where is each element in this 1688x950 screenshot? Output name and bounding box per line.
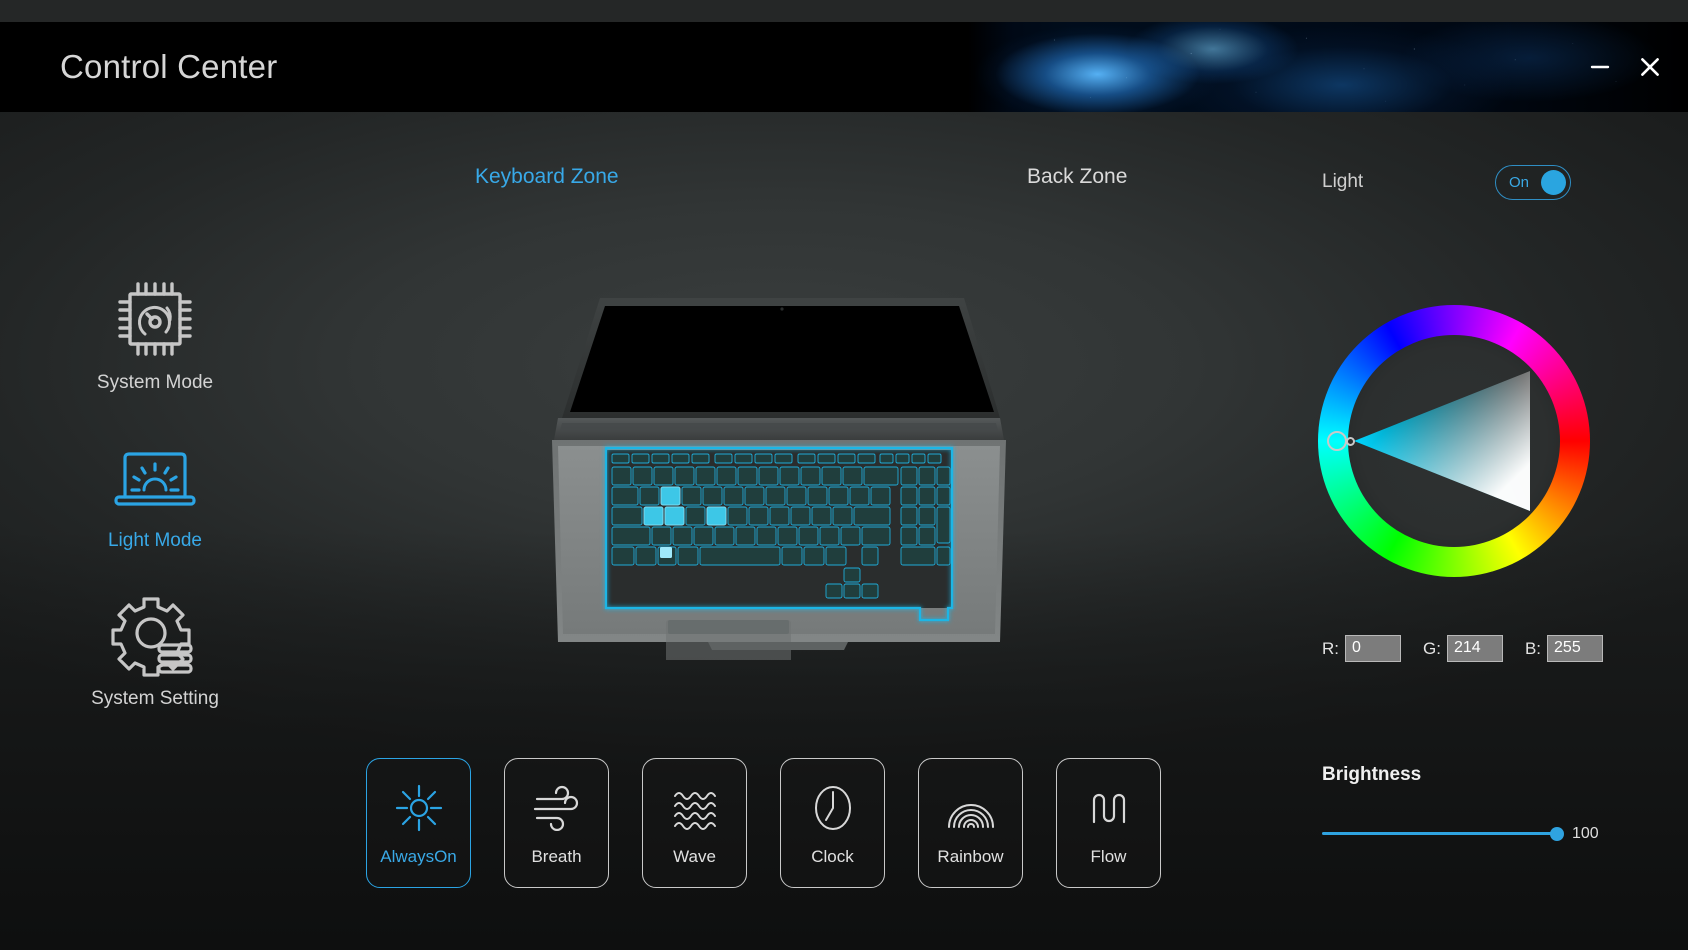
sun-icon xyxy=(394,779,444,837)
close-icon xyxy=(1641,58,1659,76)
cursor-inner-ring xyxy=(1346,436,1355,446)
effect-label: Clock xyxy=(811,847,854,866)
close-button[interactable] xyxy=(1630,47,1670,87)
r-input[interactable]: 0 xyxy=(1345,635,1401,662)
sidebar-item-label: System Setting xyxy=(91,688,219,709)
effect-label: AlwaysOn xyxy=(380,847,457,866)
title-bar: Control Center xyxy=(0,22,1688,112)
wind-icon xyxy=(531,779,583,837)
color-cursor-icon[interactable] xyxy=(1327,427,1355,455)
saturation-triangle[interactable] xyxy=(1348,335,1560,547)
toggle-knob xyxy=(1541,170,1566,195)
g-input[interactable]: 214 xyxy=(1446,635,1503,662)
sidebar: System Mode Light Mode System Setting xyxy=(60,280,250,754)
light-toggle-state: On xyxy=(1509,174,1530,191)
gear-stack-icon xyxy=(111,596,199,677)
cpu-gauge-icon xyxy=(112,280,198,358)
minimize-button[interactable] xyxy=(1580,47,1620,87)
effect-button-clock[interactable]: Clock xyxy=(780,758,885,888)
laptop-backlight-icon xyxy=(105,438,205,516)
waves-icon xyxy=(670,779,720,837)
window-controls xyxy=(1580,22,1670,112)
cursor-outer-ring xyxy=(1327,431,1347,451)
laptop-keyboard-preview[interactable] xyxy=(548,290,1008,698)
effect-button-row: AlwaysOn Breath Wave Clock Rainbow Flow xyxy=(366,758,1161,888)
g-label: G: xyxy=(1423,638,1441,658)
effect-button-flow[interactable]: Flow xyxy=(1056,758,1161,888)
tab-back-zone[interactable]: Back Zone xyxy=(1027,165,1127,189)
effect-button-breath[interactable]: Breath xyxy=(504,758,609,888)
zone-tab-bar: Keyboard Zone Back Zone xyxy=(0,165,1180,201)
effect-button-rainbow[interactable]: Rainbow xyxy=(918,758,1023,888)
control-center-window: Control Center Keyboard Zone Back Zone L… xyxy=(0,0,1688,950)
flow-icon xyxy=(1087,779,1131,837)
b-label: B: xyxy=(1524,638,1542,658)
minimize-icon xyxy=(1590,65,1610,69)
b-input[interactable]: 255 xyxy=(1547,635,1604,662)
rainbow-icon xyxy=(944,779,998,837)
window-top-strip xyxy=(0,0,1688,22)
brightness-label: Brightness xyxy=(1322,764,1422,785)
slider-knob[interactable] xyxy=(1550,827,1564,841)
effect-button-wave[interactable]: Wave xyxy=(642,758,747,888)
clock-icon xyxy=(809,779,857,837)
sidebar-item-label: System Mode xyxy=(96,372,214,393)
color-wheel[interactable] xyxy=(1318,305,1590,577)
sidebar-item-system-mode[interactable]: System Mode xyxy=(60,280,250,394)
slider-fill xyxy=(1322,832,1560,835)
effect-label: Breath xyxy=(531,847,582,866)
brightness-value: 100 xyxy=(1572,825,1599,842)
rgb-inputs: R: 0 G: 214 B: 255 xyxy=(1322,635,1604,662)
sidebar-item-light-mode[interactable]: Light Mode xyxy=(60,438,250,552)
light-toggle[interactable]: On xyxy=(1495,165,1571,200)
r-label: R: xyxy=(1322,638,1339,658)
effect-label: Flow xyxy=(1090,847,1127,866)
effect-button-alwayson[interactable]: AlwaysOn xyxy=(366,758,471,888)
light-switch-label: Light xyxy=(1322,171,1364,192)
page-title: Control Center xyxy=(60,48,278,85)
brightness-slider[interactable]: 100 xyxy=(1322,822,1599,846)
sidebar-item-system-setting[interactable]: System Setting xyxy=(60,596,250,710)
tab-keyboard-zone[interactable]: Keyboard Zone xyxy=(475,165,619,189)
effect-label: Rainbow xyxy=(937,847,1004,866)
effect-label: Wave xyxy=(673,847,716,866)
sidebar-item-label: Light Mode xyxy=(107,530,202,551)
